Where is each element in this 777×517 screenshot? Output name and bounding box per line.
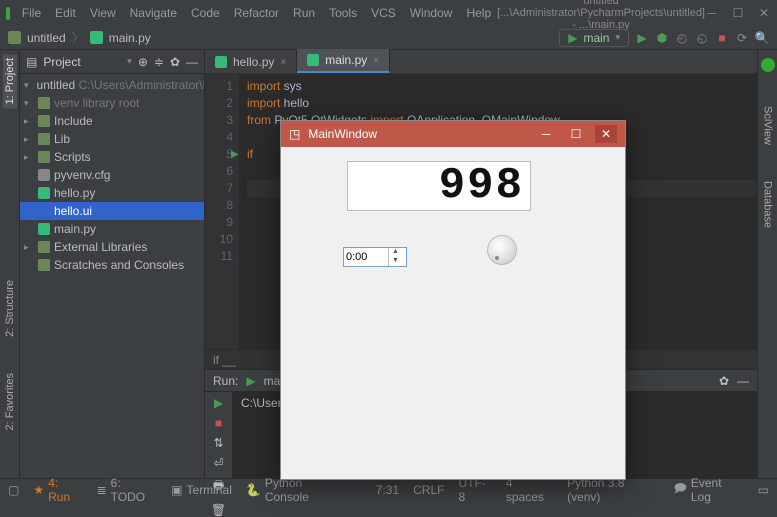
project-title: Project <box>43 55 121 69</box>
bottom-tab-todo[interactable]: ≣ 6: TODO <box>97 476 158 504</box>
tool-tab-database[interactable]: Database <box>761 177 775 232</box>
editor-tabs: hello.py×main.py× <box>205 50 757 74</box>
collapse-icon[interactable]: ≑ <box>154 55 164 69</box>
hide-icon[interactable]: — <box>186 55 198 69</box>
project-tool-window: ▤ Project ▾ ⊕ ≑ ✿ — ▾untitled C:\Users\A… <box>20 50 205 478</box>
menu-tools[interactable]: Tools <box>323 4 363 22</box>
menu-window[interactable]: Window <box>404 4 459 22</box>
time-spin[interactable]: ▲▼ <box>388 248 402 266</box>
tree-node[interactable]: ▸Include <box>20 112 204 130</box>
stop-icon[interactable]: ■ <box>715 31 729 45</box>
time-edit[interactable]: ▲▼ <box>343 247 407 267</box>
editor-tab[interactable]: main.py× <box>297 49 390 73</box>
stop-run-icon[interactable]: ■ <box>215 416 222 430</box>
menu-edit[interactable]: Edit <box>49 4 82 22</box>
child-minimize-icon[interactable]: ─ <box>535 125 557 143</box>
bottom-tab-terminal[interactable]: ▣ Terminal <box>171 483 232 497</box>
child-app-icon: ◳ <box>289 127 300 141</box>
status-bar: ▢ ★ 4: Run ≣ 6: TODO ▣ Terminal 🐍 Python… <box>0 478 777 500</box>
run-config-selector[interactable]: ▶ main ▾ <box>559 29 629 47</box>
close-icon[interactable]: ✕ <box>757 6 771 20</box>
minimize-icon[interactable]: ─ <box>705 6 719 20</box>
debug-icon[interactable]: ⬢ <box>655 31 669 45</box>
tree-node[interactable]: main.py <box>20 220 204 238</box>
menu-bar: FileEditViewNavigateCodeRefactorRunTools… <box>0 0 777 26</box>
lcd-value: 998 <box>439 161 524 211</box>
menu-navigate[interactable]: Navigate <box>124 4 183 22</box>
delete-icon[interactable]: 🗑 <box>211 503 226 517</box>
menu-help[interactable]: Help <box>460 4 497 22</box>
child-close-icon[interactable]: ✕ <box>595 125 617 143</box>
settings-icon[interactable]: ✿ <box>170 55 180 69</box>
tree-node[interactable]: Scratches and Consoles <box>20 256 204 274</box>
wrap-icon[interactable]: ⏎ <box>213 456 223 470</box>
time-input[interactable] <box>344 251 388 263</box>
run-toolbar: ▶ ■ ⇅ ⏎ 🖶 🗑 <box>205 392 233 478</box>
window-title: untitled [...\Administrator\PycharmProje… <box>497 0 705 31</box>
child-window[interactable]: ◳ MainWindow ─ ☐ ✕ 998 ▲▼ <box>280 120 626 480</box>
breadcrumb-file[interactable]: main.py <box>109 31 151 45</box>
project-tree[interactable]: ▾untitled C:\Users\Administrator\Pycharm… <box>20 74 204 478</box>
menu-vcs[interactable]: VCS <box>365 4 402 22</box>
caret-position[interactable]: 7:31 <box>376 483 399 497</box>
maximize-icon[interactable]: ☐ <box>731 6 745 20</box>
project-view-icon[interactable]: ▤ <box>26 55 37 69</box>
child-titlebar[interactable]: ◳ MainWindow ─ ☐ ✕ <box>281 121 625 147</box>
tree-node[interactable]: pyvenv.cfg <box>20 166 204 184</box>
main-menu[interactable]: FileEditViewNavigateCodeRefactorRunTools… <box>16 4 497 22</box>
tree-node[interactable]: ▾venv library root <box>20 94 204 112</box>
layout-icon[interactable]: ⇅ <box>213 436 223 450</box>
profile-icon[interactable]: ◵ <box>695 31 709 45</box>
run-title: Run: <box>213 374 238 388</box>
coverage-icon[interactable]: ◴ <box>675 31 689 45</box>
tool-tab-project[interactable]: 1: Project <box>3 54 17 108</box>
event-log[interactable]: 🗩 Event Log <box>674 476 744 504</box>
run-icon[interactable]: ▶ <box>635 31 649 45</box>
tree-node[interactable]: ▸External Libraries <box>20 238 204 256</box>
menu-code[interactable]: Code <box>185 4 226 22</box>
lcd-display: 998 <box>347 161 531 211</box>
run-config-name: main <box>583 31 609 45</box>
rerun-icon[interactable]: ▶ <box>214 396 223 410</box>
tool-tab-favorites[interactable]: 2: Favorites <box>3 369 17 434</box>
memory-icon[interactable]: ▭ <box>758 483 769 497</box>
search-icon[interactable]: 🔍 <box>755 31 769 45</box>
tree-node[interactable]: ▸Lib <box>20 130 204 148</box>
editor-tab[interactable]: hello.py× <box>205 51 297 73</box>
vcs-update-icon[interactable]: ⟳ <box>735 31 749 45</box>
run-hide-icon[interactable]: — <box>737 374 749 388</box>
menu-refactor[interactable]: Refactor <box>228 4 285 22</box>
menu-view[interactable]: View <box>84 4 122 22</box>
select-opened-icon[interactable]: ⊕ <box>138 55 148 69</box>
tool-tab-structure[interactable]: 2: Structure <box>3 276 17 341</box>
tool-tab-sciview[interactable]: SciView <box>761 102 775 149</box>
app-icon <box>6 7 10 20</box>
editor-gutter: 1234567891011 <box>205 74 239 349</box>
tree-node[interactable]: hello.py <box>20 184 204 202</box>
child-maximize-icon[interactable]: ☐ <box>565 125 587 143</box>
file-icon <box>90 31 103 44</box>
menu-run[interactable]: Run <box>287 4 321 22</box>
navigation-bar: untitled 〉 main.py ▶ main ▾ ▶ ⬢ ◴ ◵ ■ ⟳ … <box>0 26 777 50</box>
dial-control[interactable] <box>487 235 517 265</box>
project-icon <box>8 31 21 44</box>
tree-node[interactable]: ▾untitled C:\Users\Administrator\Pycharm <box>20 76 204 94</box>
bottom-tab-run[interactable]: ★ 4: Run <box>33 476 82 504</box>
run-settings-icon[interactable]: ✿ <box>719 374 729 388</box>
analysis-ok-icon[interactable] <box>761 58 775 72</box>
show-tool-windows-icon[interactable]: ▢ <box>8 483 19 497</box>
left-tool-stripe: 1: Project 2: Structure 2: Favorites <box>0 50 20 478</box>
breadcrumb-project[interactable]: untitled <box>27 31 66 45</box>
menu-file[interactable]: File <box>16 4 47 22</box>
child-window-title: MainWindow <box>308 127 527 141</box>
tree-node[interactable]: ▸Scripts <box>20 148 204 166</box>
tree-node[interactable]: hello.ui <box>20 202 204 220</box>
right-tool-stripe: SciView Database <box>757 50 777 478</box>
line-separator[interactable]: CRLF <box>413 483 444 497</box>
